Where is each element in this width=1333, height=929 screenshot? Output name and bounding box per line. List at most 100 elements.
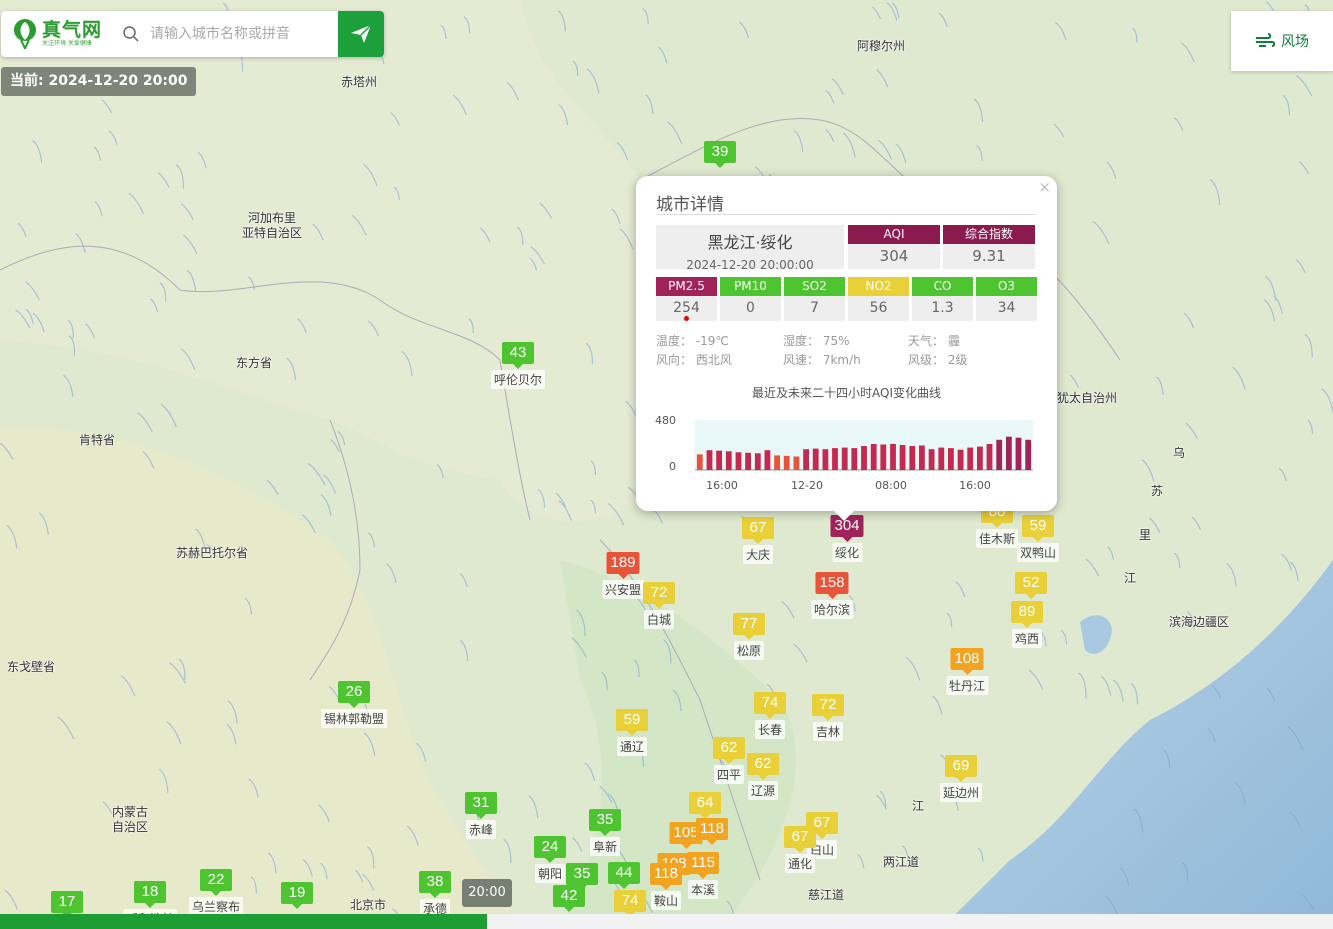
city-marker[interactable]: 19 <box>281 882 313 909</box>
aqi-badge[interactable]: 115 <box>687 852 719 879</box>
aqi-badge[interactable]: 24 <box>534 836 566 863</box>
aqi-bar <box>822 449 829 470</box>
aqi-badge[interactable]: 35 <box>566 863 598 890</box>
aqi-badge[interactable]: 158 <box>815 572 849 599</box>
aqi-badge[interactable]: 64 <box>689 792 721 819</box>
city-marker[interactable]: 89 鸡西 <box>1011 601 1043 648</box>
search-input[interactable] <box>148 25 332 43</box>
city-marker[interactable]: 62 四平 <box>713 737 745 784</box>
aqi-bar <box>870 444 877 470</box>
city-marker[interactable]: 158 哈尔滨 <box>810 572 854 619</box>
aqi-bar <box>861 446 867 470</box>
aqi-badge[interactable]: 118 <box>696 818 728 845</box>
city-marker[interactable]: 38 承德 <box>419 871 451 918</box>
aqi-badge[interactable]: 74 <box>754 692 786 719</box>
aqi-badge[interactable]: 18 <box>134 881 166 908</box>
y-tick-label: 0 <box>669 460 676 473</box>
city-marker[interactable]: 115 本溪 <box>687 852 719 899</box>
aqi-badge[interactable]: 89 <box>1011 601 1043 628</box>
city-marker[interactable]: 74 长春 <box>754 692 786 739</box>
city-name-label: 锡林郭勒盟 <box>320 709 388 728</box>
aqi-badge[interactable]: 72 <box>812 694 844 721</box>
city-marker[interactable]: 22 乌兰察布 <box>188 869 244 916</box>
aqi-index: AQI 304 <box>848 225 940 269</box>
temperature: 温度： -19℃ <box>656 334 729 348</box>
aqi-badge[interactable]: 19 <box>281 882 313 909</box>
region-label: 北京市 <box>350 897 387 912</box>
aqi-bar <box>783 455 790 470</box>
timeline-progress <box>0 914 487 929</box>
aqi-badge[interactable]: 62 <box>747 753 779 780</box>
city-marker[interactable]: 17 <box>51 891 83 918</box>
aqi-badge[interactable]: 22 <box>200 869 232 896</box>
timeline-thumb[interactable]: 20:00 <box>462 879 512 907</box>
logo[interactable]: 真气网 关注环境 关爱健康 <box>1 11 113 57</box>
aqi-badge[interactable]: 52 <box>1015 572 1047 599</box>
region-label: 两江道 <box>883 854 920 869</box>
pollutant-name: NO2 <box>848 277 909 296</box>
aqi-badge[interactable]: 62 <box>713 737 745 764</box>
aqi-badge[interactable]: 31 <box>465 792 497 819</box>
city-marker[interactable]: 42 <box>553 885 585 912</box>
city-marker[interactable]: 44 <box>608 862 640 889</box>
aqi-bar <box>725 451 732 471</box>
aqi-badge[interactable]: 42 <box>553 885 585 912</box>
aqi-bar <box>735 452 742 470</box>
region-label: 河加布里 亚特自治区 <box>242 211 303 240</box>
aqi-badge[interactable]: 44 <box>608 862 640 889</box>
aqi-badge[interactable]: 108 <box>950 648 984 675</box>
city-marker[interactable]: 108 牡丹江 <box>945 648 989 695</box>
city-name-label: 鞍山 <box>650 891 682 910</box>
aqi-badge[interactable]: 77 <box>733 613 765 640</box>
timeline-bar[interactable] <box>0 914 1333 929</box>
aqi-badge[interactable]: 118 <box>650 863 682 890</box>
city-name-label: 赤峰 <box>465 820 497 839</box>
aqi-badge[interactable]: 38 <box>419 871 451 898</box>
city-marker[interactable]: 118 鞍山 <box>650 863 682 910</box>
city-marker[interactable]: 67 大庆 <box>742 517 774 564</box>
city-marker[interactable]: 52 <box>1015 572 1047 599</box>
city-marker[interactable]: 18呼和浩特 <box>122 881 178 928</box>
aqi-badge[interactable]: 67 <box>784 826 816 853</box>
humidity: 湿度： 75% <box>783 334 850 348</box>
wind-field-button[interactable]: 风场 <box>1231 11 1333 71</box>
city-marker[interactable]: 35 阜新 <box>589 809 621 856</box>
aqi-badge[interactable]: 35 <box>589 809 621 836</box>
city-marker[interactable]: 62 辽源 <box>747 753 779 800</box>
city-marker[interactable]: 189 兴安盟 <box>601 552 645 599</box>
city-marker[interactable]: 77 松原 <box>733 613 765 660</box>
aqi-badge[interactable]: 59 <box>1022 515 1054 542</box>
city-marker[interactable]: 64 <box>689 792 721 819</box>
aqi-badge[interactable]: 17 <box>51 891 83 918</box>
city-marker[interactable]: 39 <box>704 141 736 168</box>
aqi-badge[interactable]: 67 <box>742 517 774 544</box>
city-marker[interactable]: 59 通辽 <box>616 709 648 756</box>
aqi-badge[interactable]: 189 <box>606 552 640 579</box>
city-marker[interactable]: 72 吉林 <box>812 694 844 741</box>
composite-index-label: 综合指数 <box>943 225 1035 244</box>
aqi-badge[interactable]: 69 <box>945 755 977 782</box>
city-marker[interactable]: 72 白城 <box>643 582 675 629</box>
aqi-badge[interactable]: 72 <box>643 582 675 609</box>
search-button[interactable] <box>338 11 384 57</box>
aqi-badge[interactable]: 43 <box>502 342 534 369</box>
aqi-badge[interactable]: 74 <box>614 890 646 917</box>
pollutant-value: 1.3 <box>912 296 973 321</box>
region-label: 滨海边疆区 <box>1169 614 1230 629</box>
city-marker[interactable]: 43 呼伦贝尔 <box>490 342 546 389</box>
aqi-bar <box>928 449 935 470</box>
city-marker[interactable]: 74 <box>614 890 646 917</box>
city-marker[interactable]: 67 通化 <box>784 826 816 873</box>
aqi-badge[interactable]: 26 <box>338 681 370 708</box>
city-marker[interactable]: 31 赤峰 <box>465 792 497 839</box>
aqi-badge[interactable]: 59 <box>616 709 648 736</box>
aqi-badge[interactable]: 39 <box>704 141 736 168</box>
city-marker[interactable]: 118 <box>696 818 728 845</box>
close-icon[interactable]: × <box>1038 178 1051 196</box>
city-marker[interactable]: 24 朝阳 <box>534 836 566 883</box>
city-marker[interactable]: 69 延边州 <box>939 755 983 802</box>
city-marker[interactable]: 35 <box>566 863 598 890</box>
city-marker[interactable]: 59 双鸭山 <box>1016 515 1060 562</box>
aqi-bar <box>793 456 800 470</box>
city-marker[interactable]: 26 锡林郭勒盟 <box>320 681 388 728</box>
